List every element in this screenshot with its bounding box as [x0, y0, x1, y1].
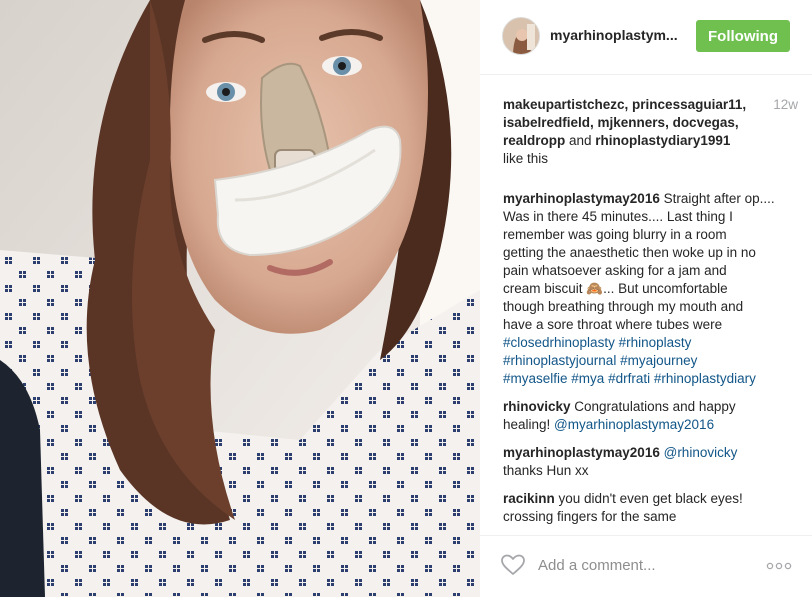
post-footer: [480, 535, 812, 597]
caption-text-1: Straight after op....: [659, 191, 775, 206]
add-comment-input[interactable]: [538, 554, 748, 576]
mention-link[interactable]: @rhinovicky: [664, 445, 738, 460]
post-author-username[interactable]: myarhinoplastym...: [550, 27, 678, 43]
caption-text-6a: cream biscuit: [503, 281, 587, 296]
see-no-evil-monkey-emoji-icon: 🙈: [586, 281, 604, 296]
likes-summary: 12w makeupartistchezc, princessaguiar11,…: [503, 96, 798, 168]
caption-username[interactable]: myarhinoplastymay2016: [503, 191, 660, 206]
caption-text-5: pain whatsoever asking for a jam and: [503, 263, 727, 278]
comment-item: racikinn you didn't even get black eyes!…: [503, 490, 793, 526]
likers-line-2[interactable]: isabelredfield, mjkenners, docvegas,: [503, 114, 753, 132]
more-options-icon[interactable]: [766, 562, 792, 570]
comment-item: myarhinoplastymay2016 @rhinovicky thanks…: [503, 444, 793, 480]
comment-text: healing!: [503, 417, 555, 432]
comment-text: thanks Hun xx: [503, 463, 589, 478]
liker-realdropp[interactable]: realdropp: [503, 133, 565, 148]
comment-username[interactable]: myarhinoplastymay2016: [503, 445, 660, 460]
post-timestamp[interactable]: 12w: [773, 96, 798, 114]
comment-item: rhinovicky Congratulations and happy hea…: [503, 398, 793, 434]
liker-rhinoplastydiary1991[interactable]: rhinoplastydiary1991: [595, 133, 730, 148]
caption-text-8: have a sore throat where tubes were: [503, 317, 723, 332]
mention-link[interactable]: @myarhinoplastymay2016: [554, 417, 714, 432]
likes-and-text: and: [565, 133, 596, 148]
comment-text: Congratulations and happy: [570, 399, 736, 414]
post-details-panel: myarhinoplastym... Following 12w makeupa…: [480, 0, 812, 597]
comments-section: 12w makeupartistchezc, princessaguiar11,…: [503, 96, 798, 526]
caption-text-6b: ... But uncomfortable: [603, 281, 728, 296]
post-header: myarhinoplastym... Following: [480, 0, 812, 75]
likers-line-1[interactable]: makeupartistchezc, princessaguiar11,: [503, 96, 753, 114]
caption-text-7: though breathing through my mouth and: [503, 299, 744, 314]
hashtag-link[interactable]: #mya: [571, 371, 604, 386]
following-button[interactable]: Following: [696, 20, 790, 52]
avatar-image: [503, 18, 539, 54]
comment-text: crossing fingers for the same: [503, 509, 677, 524]
hashtag-link[interactable]: #closedrhinoplasty: [503, 335, 615, 350]
comment-username[interactable]: rhinovicky: [503, 399, 571, 414]
hashtag-link[interactable]: #myajourney: [620, 353, 697, 368]
caption-text-3: remember was going blurry in a room: [503, 227, 727, 242]
comment-text: you didn't even get black eyes!: [554, 491, 743, 506]
hashtag-link[interactable]: #myaselfie: [503, 371, 568, 386]
hashtag-link[interactable]: #rhinoplasty: [619, 335, 692, 350]
caption: myarhinoplastymay2016 Straight after op.…: [503, 190, 793, 388]
hashtag-link[interactable]: #rhinoplastydiary: [654, 371, 756, 386]
post-photo[interactable]: [0, 0, 480, 597]
hashtag-link[interactable]: #drfrati: [608, 371, 650, 386]
avatar[interactable]: [502, 17, 540, 55]
selfie-image: [0, 0, 480, 597]
heart-icon[interactable]: [500, 552, 526, 578]
likes-suffix: like this: [503, 151, 549, 166]
caption-text-2: Was in there 45 minutes.... Last thing I: [503, 209, 733, 224]
caption-text-4: getting the anaesthetic then woke up in …: [503, 245, 756, 260]
hashtag-link[interactable]: #rhinoplastyjournal: [503, 353, 616, 368]
comment-username[interactable]: racikinn: [503, 491, 555, 506]
